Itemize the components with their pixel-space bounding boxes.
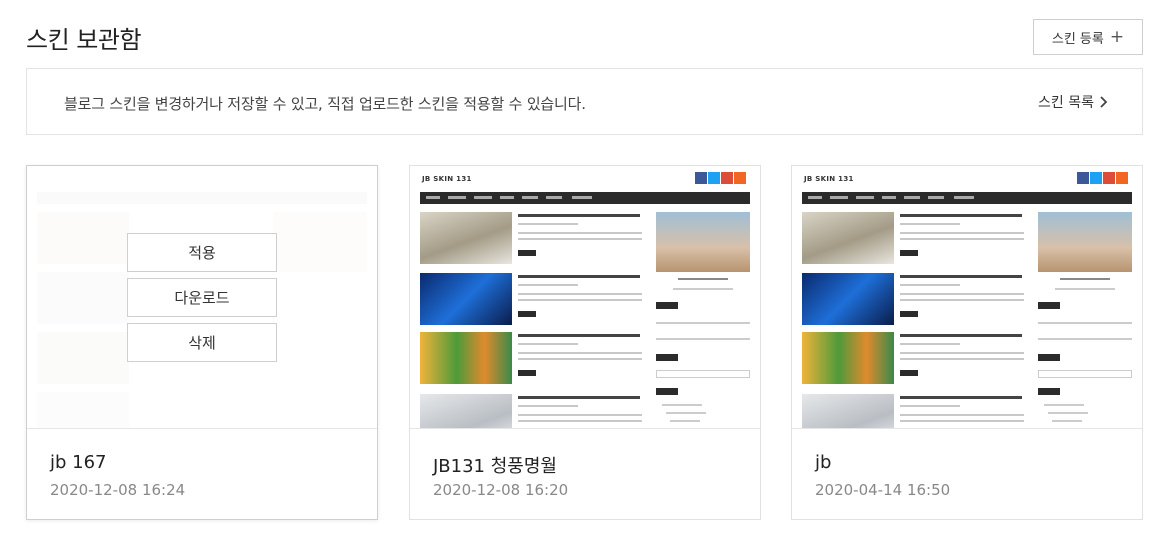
skin-thumbnail: 적용 다운로드 삭제: [27, 166, 377, 429]
skin-thumbnail: JB SKIN 131: [410, 166, 760, 429]
skin-date: 2020-12-08 16:24: [50, 481, 186, 499]
page-title: 스킨 보관함: [26, 26, 142, 54]
skin-card[interactable]: JB SKIN 131: [409, 165, 761, 520]
notice-banner: 블로그 스킨을 변경하거나 저장할 수 있고, 직접 업로드한 스킨을 적용할 …: [26, 68, 1143, 135]
chevron-right-icon: [1100, 93, 1108, 112]
thumbnail-preview: JB SKIN 131: [410, 166, 760, 428]
thumbnail-logo: JB SKIN 131: [804, 175, 854, 183]
thumbnail-preview: JB SKIN 131: [792, 166, 1142, 428]
thumbnail-logo: JB SKIN 131: [422, 175, 472, 183]
skin-thumbnail: JB SKIN 131: [792, 166, 1142, 429]
delete-button[interactable]: 삭제: [127, 323, 277, 362]
skin-name: jb 167: [50, 452, 107, 473]
register-skin-label: 스킨 등록: [1051, 31, 1104, 47]
skin-date: 2020-04-14 16:50: [815, 481, 951, 499]
rss-icon: [1116, 172, 1128, 184]
google-icon: [1103, 172, 1115, 184]
skin-name: JB131 청풍명월: [433, 456, 557, 477]
card-action-overlay: 적용 다운로드 삭제: [27, 166, 377, 428]
skin-list-label: 스킨 목록: [1038, 95, 1094, 111]
google-icon: [721, 172, 733, 184]
skin-card[interactable]: 적용 다운로드 삭제 jb 167 2020-12-08 16:24: [26, 165, 378, 520]
skin-name: jb: [815, 452, 832, 473]
skin-list-link[interactable]: 스킨 목록: [1038, 92, 1108, 112]
facebook-icon: [1077, 172, 1089, 184]
facebook-icon: [695, 172, 707, 184]
plus-icon: +: [1109, 26, 1125, 47]
download-button[interactable]: 다운로드: [127, 278, 277, 317]
skin-date: 2020-12-08 16:20: [433, 481, 569, 499]
skin-card[interactable]: JB SKIN 131: [791, 165, 1143, 520]
twitter-icon: [708, 172, 720, 184]
twitter-icon: [1090, 172, 1102, 184]
apply-button[interactable]: 적용: [127, 233, 277, 272]
notice-text: 블로그 스킨을 변경하거나 저장할 수 있고, 직접 업로드한 스킨을 적용할 …: [64, 95, 586, 113]
register-skin-button[interactable]: 스킨 등록 +: [1033, 19, 1143, 55]
rss-icon: [734, 172, 746, 184]
